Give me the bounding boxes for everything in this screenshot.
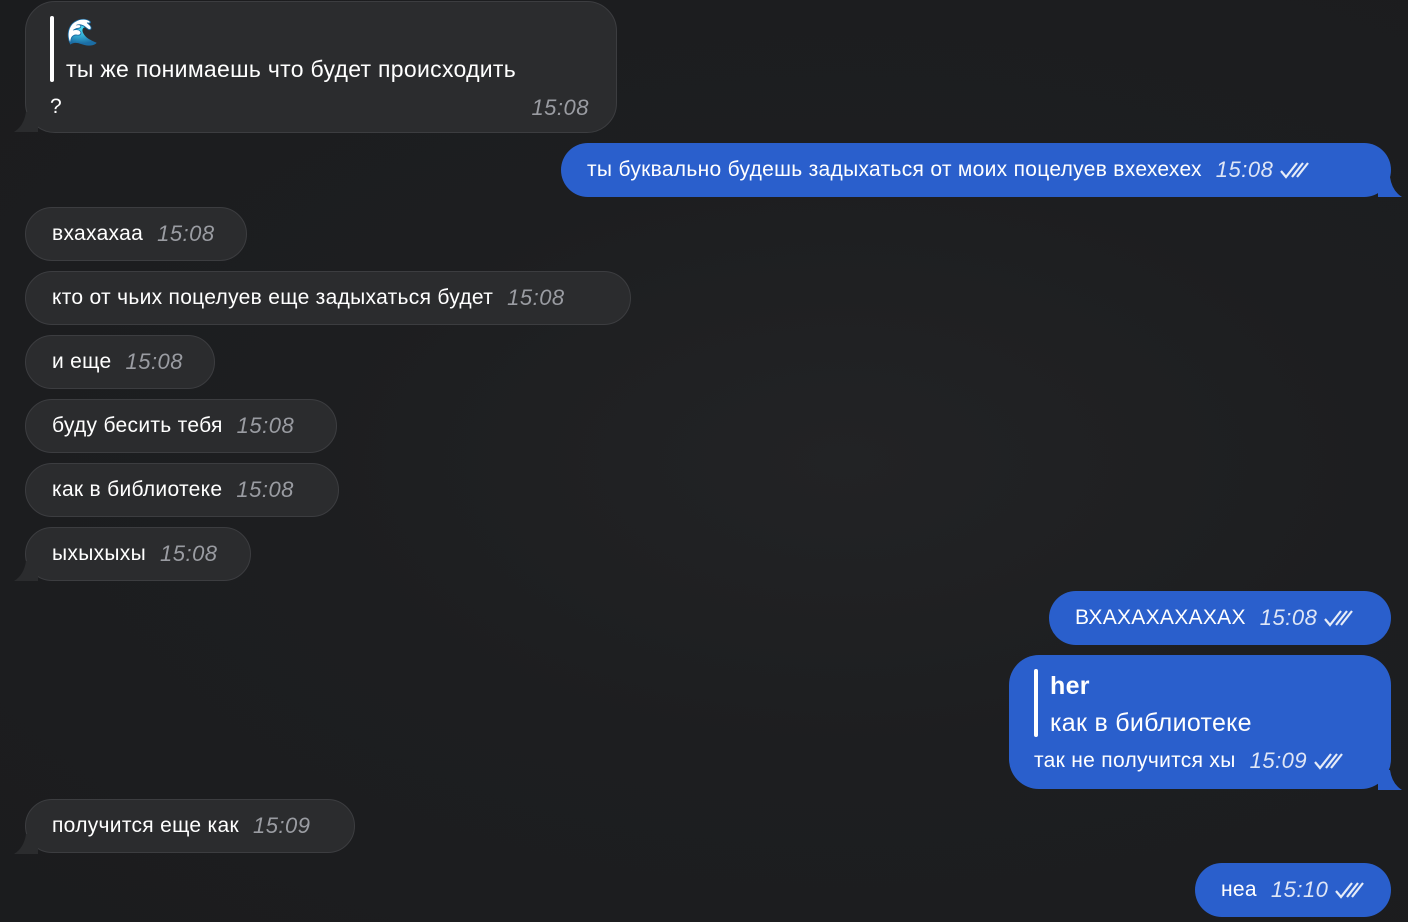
message-time: 15:08 <box>1259 605 1318 630</box>
message-text: неа <box>1221 878 1257 901</box>
reply-text: ты же понимаешь что будет происходить <box>66 56 517 82</box>
double-check-icon <box>1314 753 1344 770</box>
bubble-tail <box>14 112 38 132</box>
message-body: так не получится хы 15:09 <box>1034 748 1344 774</box>
message-time: 15:09 <box>1249 748 1308 773</box>
incoming-message[interactable]: и еще 15:08 <box>25 335 215 389</box>
message-text: как в библиотеке <box>52 478 223 501</box>
outgoing-message[interactable]: неа 15:10 <box>1195 863 1391 917</box>
message-time: 15:09 <box>252 813 311 838</box>
message-time: 15:10 <box>1270 877 1329 902</box>
reply-emoji: 🌊 <box>66 17 99 47</box>
message-time: 15:08 <box>507 285 565 310</box>
reply-bar <box>1034 669 1038 737</box>
incoming-message[interactable]: как в библиотеке 15:08 <box>25 463 339 517</box>
message-text: и еще <box>52 350 112 373</box>
bubble-tail <box>1378 177 1402 197</box>
message-text: получится еще как <box>52 814 239 837</box>
message-time: 15:08 <box>236 477 294 502</box>
message-time: 15:08 <box>157 221 215 246</box>
double-check-icon <box>1280 162 1310 179</box>
message-text: ВХАХАХАХАХАХ <box>1075 606 1246 629</box>
incoming-message[interactable]: 🌊 ты же понимаешь что будет происходить … <box>25 1 617 133</box>
reply-text: как в библиотеке <box>1050 709 1252 737</box>
message-text: вхахахаа <box>52 222 144 245</box>
incoming-message[interactable]: получится еще как 15:09 <box>25 799 355 853</box>
message-text: ? <box>50 95 62 118</box>
message-text: кто от чьих поцелуев еще задыхаться буде… <box>52 286 494 309</box>
chat-area: 🌊 ты же понимаешь что будет происходить … <box>0 0 1408 922</box>
message-time: 15:08 <box>1215 157 1274 182</box>
message-time: 15:08 <box>125 349 184 374</box>
incoming-message[interactable]: вхахахаа 15:08 <box>25 207 247 261</box>
double-check-icon <box>1335 882 1365 899</box>
outgoing-message[interactable]: her как в библиотеке так не получится хы… <box>1009 655 1391 789</box>
outgoing-message[interactable]: ты буквально будешь задыхаться от моих п… <box>561 143 1391 197</box>
message-time: 15:08 <box>236 413 295 438</box>
outgoing-message[interactable]: ВХАХАХАХАХАХ 15:08 <box>1049 591 1391 645</box>
incoming-message[interactable]: кто от чьих поцелуев еще задыхаться буде… <box>25 271 631 325</box>
message-text: так не получится хы <box>1034 749 1236 772</box>
message-text: буду бесить тебя <box>52 414 223 437</box>
message-time: 15:08 <box>159 541 218 566</box>
message-text: ыхыхыхы <box>52 542 146 565</box>
message-time: 15:08 <box>531 95 589 120</box>
message-text: ты буквально будешь задыхаться от моих п… <box>587 158 1202 181</box>
bubble-tail <box>1378 770 1402 790</box>
reply-bar <box>50 16 54 82</box>
double-check-icon <box>1324 610 1354 627</box>
bubble-tail <box>14 834 38 854</box>
reply-author: her <box>1050 672 1090 700</box>
bubble-tail <box>14 561 38 581</box>
incoming-message[interactable]: буду бесить тебя 15:08 <box>25 399 337 453</box>
incoming-message[interactable]: ыхыхыхы 15:08 <box>25 527 251 581</box>
